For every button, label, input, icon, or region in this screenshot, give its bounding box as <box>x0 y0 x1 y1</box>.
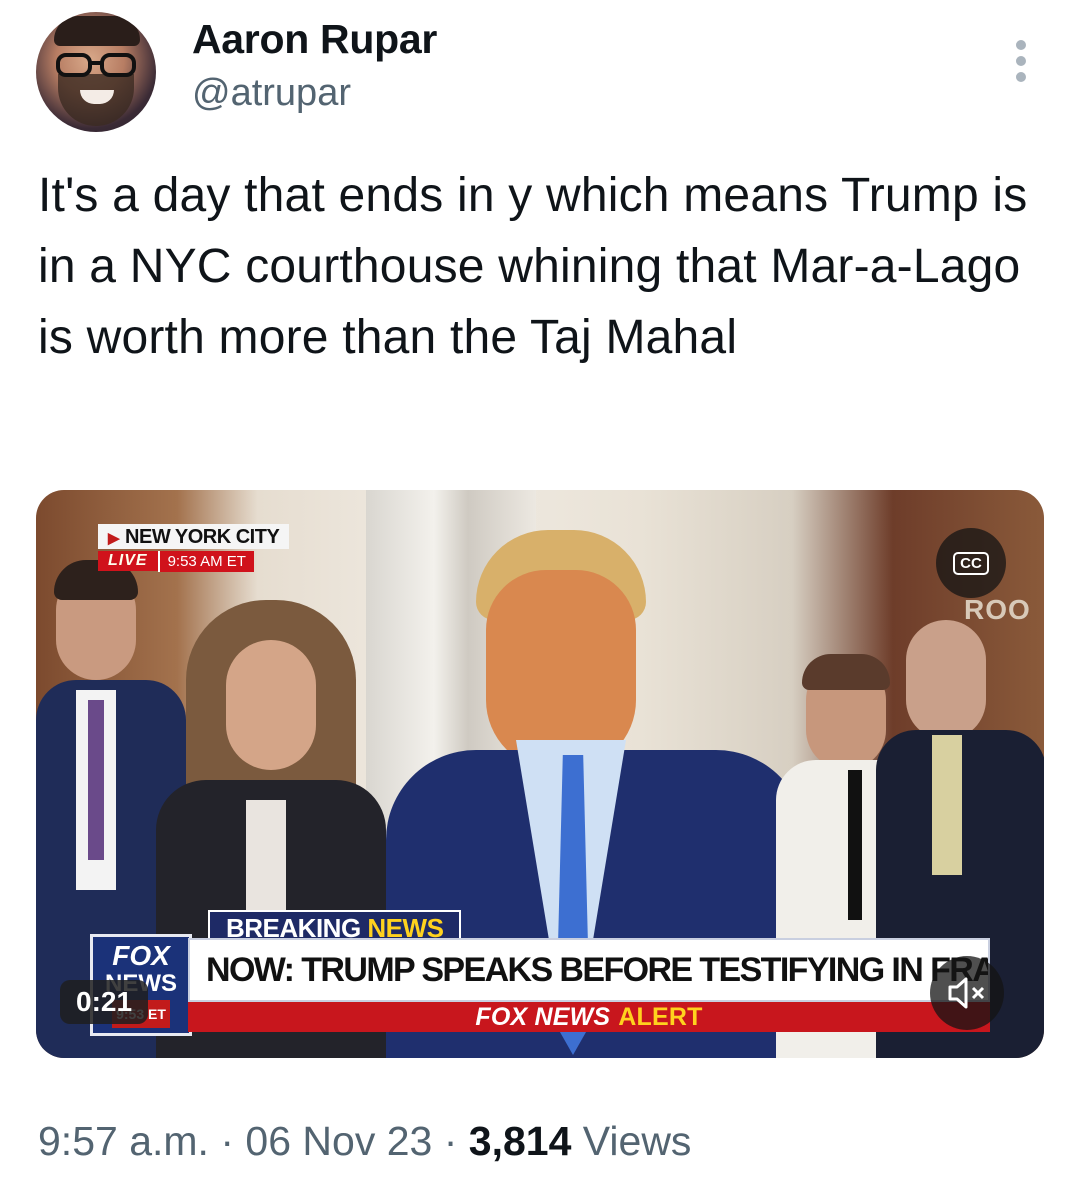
background-sign: ROO <box>964 594 1031 625</box>
tweet: Aaron Rupar @atrupar It's a day that end… <box>0 0 1080 1180</box>
avatar-glasses <box>56 53 136 77</box>
live-time: 9:53 AM ET <box>157 550 254 572</box>
headline-chyron: NOW: TRUMP SPEAKS BEFORE TESTIFYING IN F… <box>188 938 990 1002</box>
tweet-meta: 9:57 a.m. · 06 Nov 23 · 3,814 Views <box>38 1118 691 1165</box>
avatar[interactable] <box>36 12 156 132</box>
more-dot <box>1016 56 1026 66</box>
more-dot <box>1016 40 1026 50</box>
live-badge: LIVE <box>98 551 158 571</box>
avatar-hair <box>54 16 140 46</box>
logo-fox: FOX <box>112 940 170 971</box>
tweet-time[interactable]: 9:57 a.m. <box>38 1118 209 1164</box>
views-count: 3,814 <box>468 1118 572 1164</box>
alert-brand: FOX NEWS <box>475 1002 611 1031</box>
video-player[interactable]: ▶ NEW YORK CITY LIVE 9:53 AM ET CC ROO BR… <box>36 490 1044 1058</box>
cc-icon: CC <box>953 551 989 575</box>
tweet-text: It's a day that ends in y which means Tr… <box>38 169 1028 364</box>
video-elapsed-time: 0:21 <box>60 980 149 1024</box>
location-label: ▶ NEW YORK CITY <box>98 524 290 549</box>
tweet-date[interactable]: 06 Nov 23 <box>245 1118 432 1164</box>
alert-word: ALERT <box>618 1002 703 1031</box>
location-text: NEW YORK CITY <box>125 526 280 548</box>
live-bar: LIVE 9:53 AM ET <box>98 550 254 572</box>
speaker-muted-icon <box>948 977 985 1009</box>
more-options-icon[interactable] <box>1006 40 1036 82</box>
views-label: Views <box>582 1118 692 1164</box>
mute-button[interactable] <box>930 956 1004 1030</box>
alert-bar: FOX NEWS ALERT <box>188 1002 990 1032</box>
closed-captions-button[interactable]: CC <box>936 528 1006 598</box>
meta-separator: · <box>443 1118 458 1164</box>
play-triangle-icon: ▶ <box>108 530 120 547</box>
meta-separator: · <box>220 1118 234 1164</box>
more-dot <box>1016 72 1026 82</box>
author-handle[interactable]: @atrupar <box>192 72 351 115</box>
author-name[interactable]: Aaron Rupar <box>192 16 437 63</box>
